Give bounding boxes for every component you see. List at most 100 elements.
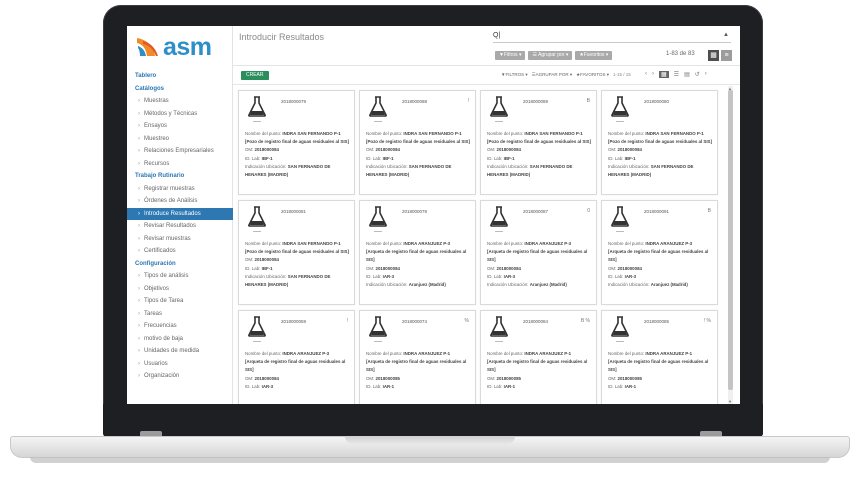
card-ubicacion-label: Indicación Ubicación: (245, 163, 287, 169)
search-dropdown-icon[interactable]: ▲ (723, 32, 729, 38)
search-filter-button[interactable]: ▼Filtros ▾ (495, 51, 526, 60)
result-card[interactable]: 2018000091 B Nombre del punto: INDRA ARANJ… (601, 200, 718, 305)
sidebar-item-label: Usuarios (144, 360, 168, 367)
card-details: Nombre del punto: INDRA SAN FERNANDO P-1… (245, 240, 350, 289)
sidebar-item[interactable]: › Unidades de medida (127, 345, 233, 358)
sidebar-item[interactable]: › Organización (127, 370, 233, 383)
sidebar-item[interactable]: › Certificados (127, 245, 233, 258)
sidebar-item[interactable]: › Métodos y Técnicas (127, 108, 233, 121)
asm-logo-icon (137, 38, 158, 56)
card-punto: Nombre del punto: INDRA ARANJUEZ P-3 (608, 240, 713, 248)
result-card[interactable]: 2018000089 B Nombre del punto: INDRA SAN F… (480, 90, 597, 195)
filters-dropdown[interactable]: ▼FILTROS ▾ (501, 72, 528, 78)
next-page-icon[interactable]: › (652, 71, 654, 78)
result-card[interactable]: 2018000078 Nombre del punto: INDRA ARANJU… (359, 200, 476, 305)
card-om-label: OM: (487, 375, 496, 381)
card-punto-value: INDRA ARANJUEZ P-3 (524, 241, 572, 246)
result-card[interactable]: 2018000074% Nombre del punto: INDRA ARANJ… (359, 310, 476, 404)
sidebar-item[interactable]: Configuración (127, 258, 233, 271)
card-lab-label: ID. Lab: (487, 155, 503, 161)
sidebar-item-label: Tareas (144, 310, 163, 317)
search-input[interactable]: Q| ▲ (493, 32, 731, 43)
app-screen: asm Tablero Catálogos › Muestras › Métodos y … (127, 26, 740, 404)
sidebar-item[interactable]: › Relaciones Empresariales (127, 145, 233, 158)
result-card[interactable]: 2018000059! Nombre del punto: INDRA ARANJ… (238, 310, 355, 404)
card-lab-value: IAR-3 (503, 273, 516, 279)
expand-icon[interactable]: › (705, 71, 707, 78)
card-status-mark: B (707, 208, 711, 214)
sidebar-item[interactable]: Trabajo Rutinario (127, 170, 233, 183)
card-ubicacion: Indicación Ubicación: SAN FERNANDO DE HE… (245, 163, 350, 179)
card-lab-value: IAR-1 (624, 383, 637, 389)
sidebar-item[interactable]: › Recursos (127, 158, 233, 171)
sidebar-item[interactable]: Catálogos (127, 83, 233, 96)
card-om-value: 2018000084 (496, 147, 521, 153)
card-punto: Nombre del punto: INDRA ARANJUEZ P-1 (487, 350, 592, 358)
sidebar-item[interactable]: › Revisar Resultados (127, 220, 233, 233)
asm-logo[interactable]: asm (135, 30, 212, 64)
prev-page-icon[interactable]: ‹ (645, 71, 647, 78)
search-filter-button[interactable]: ★Favoritos ▾ (575, 51, 613, 60)
card-punto: Nombre del punto: INDRA ARANJUEZ P-3 (245, 350, 350, 358)
card-om-value: 2018000084 (254, 375, 279, 381)
sidebar-item[interactable]: › Objetivos (127, 283, 233, 296)
card-punto: Nombre del punto: INDRA ARANJUEZ P-1 (366, 350, 471, 358)
result-card[interactable]: 2018000081 Nombre del punto: INDRA SAN FE… (238, 200, 355, 305)
sidebar-item[interactable]: › Ensayos (127, 120, 233, 133)
search-filter-button[interactable]: ☰ Agrupar por ▾ (528, 51, 573, 60)
card-id: 2018000087 (523, 209, 549, 214)
result-card[interactable]: 2018000088! Nombre del punto: INDRA SAN F… (359, 90, 476, 195)
result-card[interactable]: 2018000085 ! % Nombre del punto: INDRA ARA… (601, 310, 718, 404)
sidebar-item[interactable]: › Revisar muestras (127, 233, 233, 246)
group-by-dropdown[interactable]: ☰AGRUPAR POR ▾ (532, 72, 572, 78)
kanban-icon[interactable]: ▦ (659, 71, 669, 78)
flask-icon (489, 96, 509, 117)
sidebar-item[interactable]: › Usuarios (127, 358, 233, 371)
sidebar-item[interactable]: › Tipos de análisis (127, 270, 233, 283)
card-lab-label: ID. Lab: (608, 155, 624, 161)
card-details: Nombre del punto: INDRA ARANJUEZ P-3 [Arq… (487, 240, 592, 289)
scroll-down-icon[interactable]: ▼ (728, 399, 732, 404)
list-view-icon[interactable]: ≡ (721, 50, 732, 61)
pager-kanban: 1-15 / 15 (613, 72, 631, 77)
sidebar-item[interactable]: Tablero (127, 70, 233, 83)
sidebar-item[interactable]: › Tareas (127, 308, 233, 321)
card-divider (253, 341, 261, 342)
card-om-label: OM: (245, 147, 254, 153)
scrollbar[interactable]: ▲ ▼ (728, 86, 733, 404)
sidebar-item[interactable]: › Registrar muestras (127, 183, 233, 196)
refresh-icon[interactable]: ↺ (695, 71, 700, 78)
card-punto-value: INDRA ARANJUEZ P-1 (403, 351, 451, 356)
card-punto-value: INDRA SAN FERNANDO P-1 (403, 131, 462, 136)
create-button[interactable]: CREAR (241, 71, 269, 80)
sidebar-item[interactable]: › Muestras (127, 95, 233, 108)
card-lab: ID. Lab: IAR-1 (608, 383, 713, 391)
sidebar-item[interactable]: › Frecuencias (127, 320, 233, 333)
scrollbar-thumb[interactable] (728, 90, 733, 390)
sidebar-item-label: Revisar muestras (144, 235, 191, 242)
search-options: ▼Filtros ▾ ☰ Agrupar por ▾ ★Favoritos ▾ (495, 51, 613, 60)
card-om-value: 2018000085 (375, 375, 400, 381)
result-card[interactable]: 2018000087 0 Nombre del punto: INDRA ARANJ… (480, 200, 597, 305)
card-punto-label: Nombre del punto: (608, 131, 645, 136)
sidebar-item-label: Muestras (144, 98, 169, 104)
kanban-view-icon[interactable]: ▦ (708, 50, 719, 61)
sidebar-item[interactable]: › Introduce Resultados (127, 207, 233, 220)
card-pozo: [Pozo de registro final de aguas residua… (608, 138, 713, 146)
result-card[interactable]: 2018000080 Nombre del punto: INDRA SAN FE… (601, 90, 718, 195)
card-om: OM: 2018000085 (608, 375, 713, 383)
card-punto-value: INDRA ARANJUEZ P-1 (524, 351, 572, 356)
list-icon[interactable]: ☰ (674, 71, 679, 78)
graph-icon[interactable]: ▤ (684, 71, 690, 78)
card-id: 2018000074 (402, 319, 428, 324)
card-pozo: [Arqueta de registro final de aguas resi… (608, 248, 713, 264)
card-punto-label: Nombre del punto: (487, 351, 524, 356)
favorites-dropdown[interactable]: ★FAVORITOS ▾ (576, 72, 609, 78)
sidebar-item[interactable]: › motivo de baja (127, 333, 233, 346)
sidebar-item[interactable]: › Tipos de Tarea (127, 295, 233, 308)
card-lab-value: IBF-1 (382, 155, 394, 161)
result-card[interactable]: 2018000079 Nombre del punto: INDRA SAN FE… (238, 90, 355, 195)
sidebar-item[interactable]: › Órdenes de Análisis (127, 195, 233, 208)
sidebar-item[interactable]: › Muestreo (127, 133, 233, 146)
result-card[interactable]: 2018000084 B % Nombre del punto: INDRA ARA… (480, 310, 597, 404)
